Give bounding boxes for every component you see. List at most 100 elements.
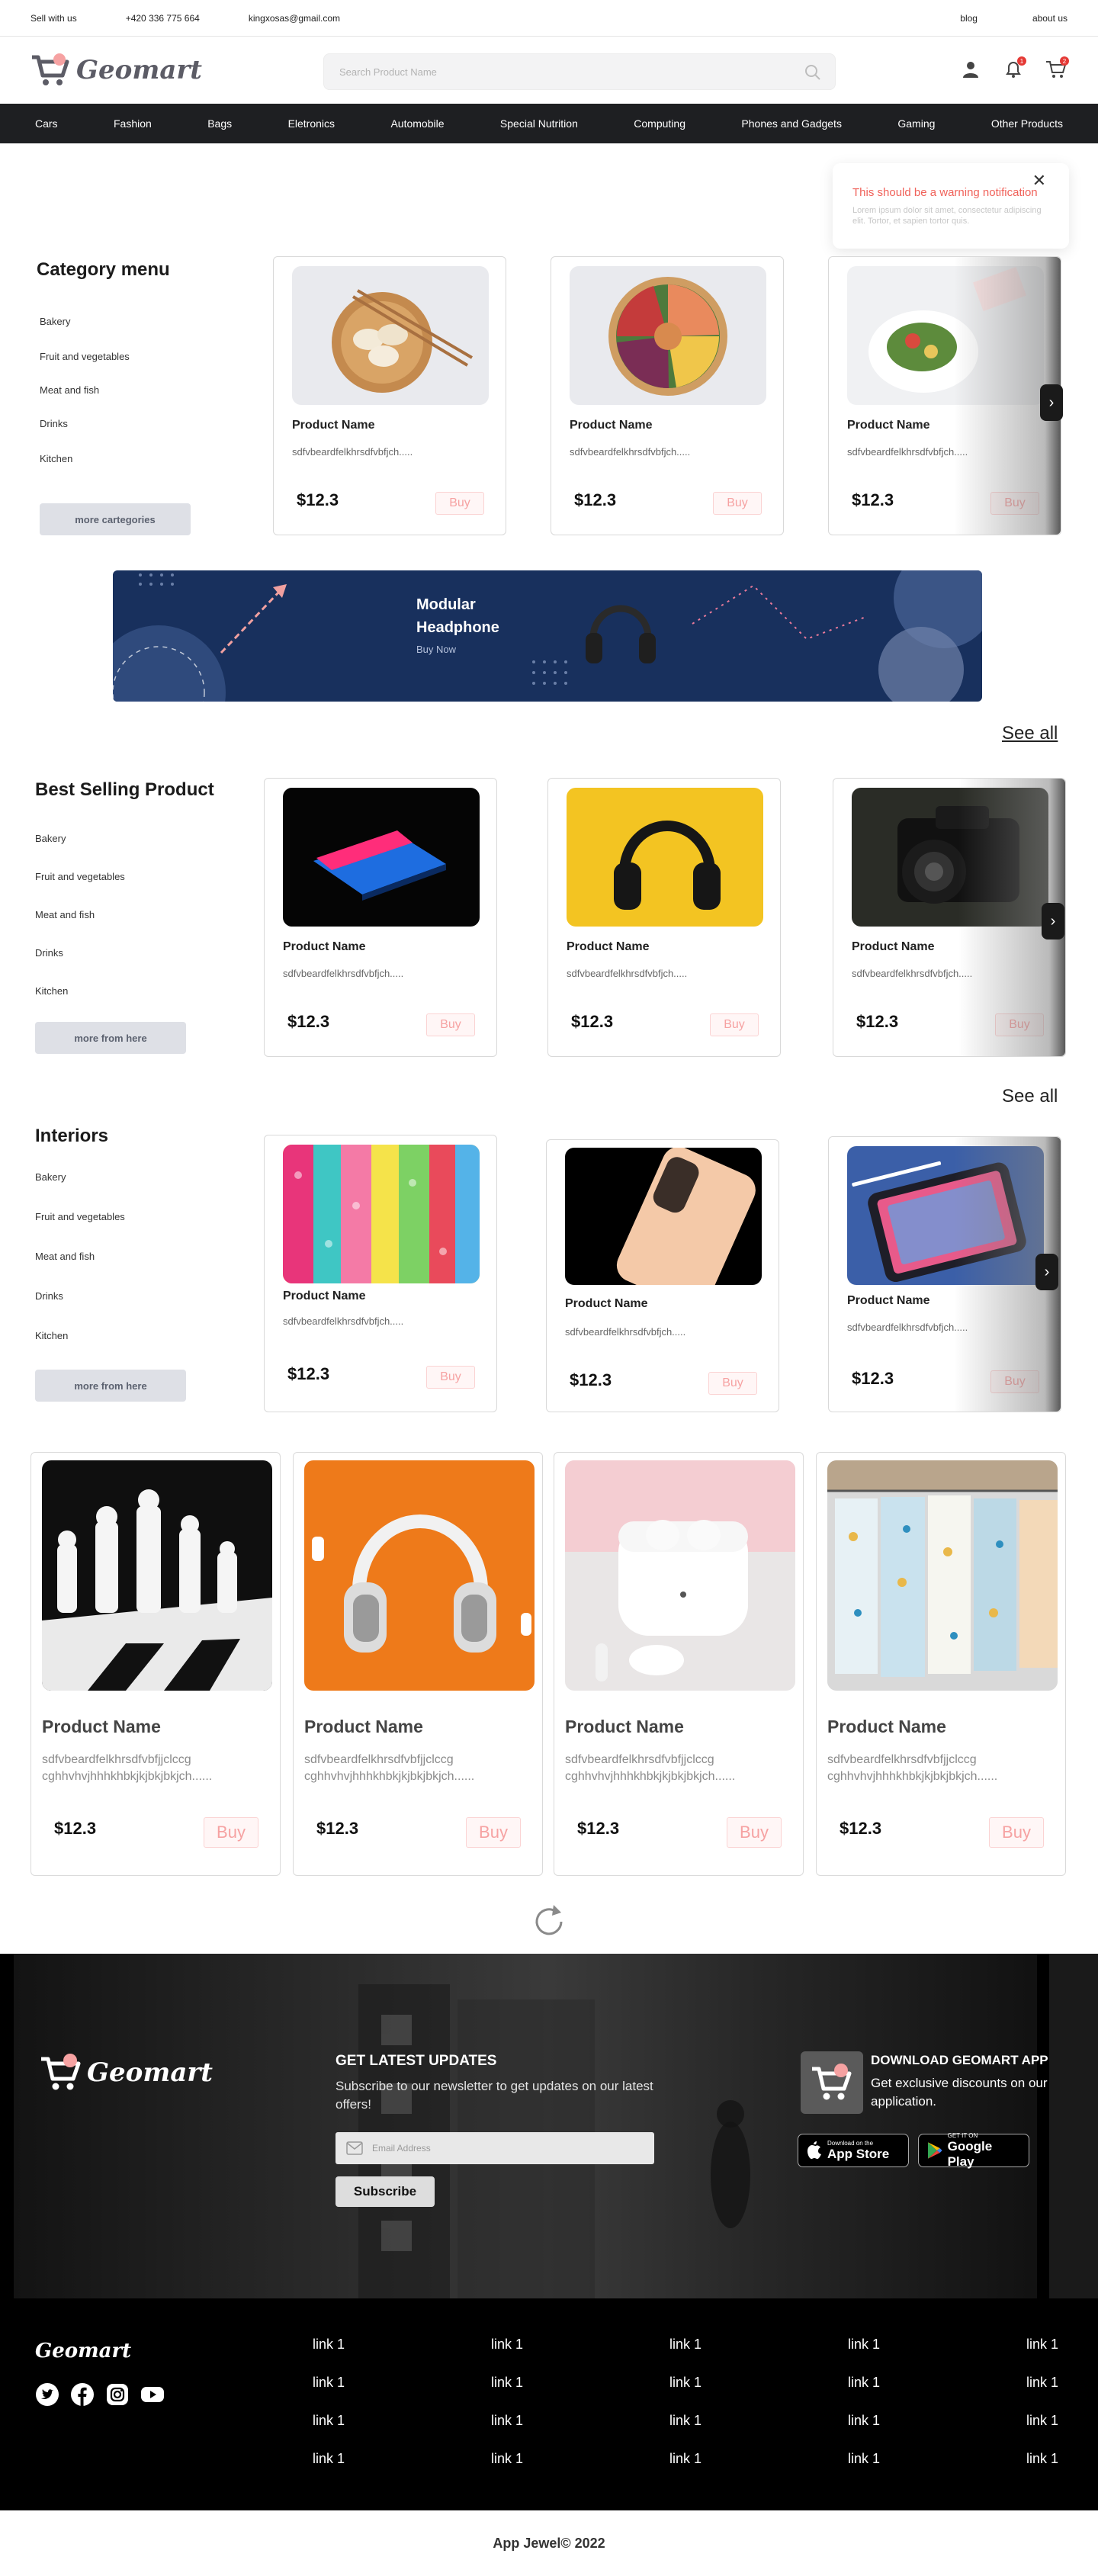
category-item[interactable]: Bakery xyxy=(40,316,70,327)
logo[interactable]: Geomart xyxy=(30,53,202,88)
footer-link[interactable]: link 1 xyxy=(669,2413,702,2429)
buy-button[interactable]: Buy xyxy=(713,492,762,515)
blog-link[interactable]: blog xyxy=(960,13,978,24)
featured-product-card[interactable]: Product Name sdfvbeardfelkhrsdfvbfjjclcc… xyxy=(293,1452,543,1876)
account-button[interactable] xyxy=(959,58,982,81)
instagram-icon[interactable] xyxy=(105,2382,130,2407)
product-card[interactable]: Product Name sdfvbeardfelkhrsdfvbfjch...… xyxy=(551,256,784,535)
buy-button[interactable]: Buy xyxy=(708,1372,757,1395)
nav-item[interactable]: Eletronics xyxy=(288,117,335,130)
see-all-link[interactable]: See all xyxy=(1002,723,1058,744)
category-item[interactable]: Kitchen xyxy=(35,1330,68,1341)
nav-item[interactable]: Special Nutrition xyxy=(500,117,578,130)
buy-button[interactable]: Buy xyxy=(727,1817,782,1848)
category-item[interactable]: Drinks xyxy=(40,418,68,429)
buy-button[interactable]: Buy xyxy=(995,1013,1044,1036)
buy-button[interactable]: Buy xyxy=(426,1366,475,1389)
twitter-icon[interactable] xyxy=(35,2382,59,2407)
footer-link[interactable]: link 1 xyxy=(491,2413,523,2429)
sell-with-us-link[interactable]: Sell with us xyxy=(30,13,77,24)
footer-link[interactable]: link 1 xyxy=(1026,2451,1058,2467)
category-item[interactable]: Meat and fish xyxy=(40,384,99,396)
footer-link[interactable]: link 1 xyxy=(669,2375,702,2391)
category-item[interactable]: Fruit and vegetables xyxy=(35,1211,125,1222)
product-card[interactable]: Product Name sdfvbeardfelkhrsdfvbfjch...… xyxy=(264,778,497,1057)
buy-button[interactable]: Buy xyxy=(990,492,1039,515)
reload-icon[interactable] xyxy=(531,1903,567,1940)
category-item[interactable]: Drinks xyxy=(35,1290,63,1302)
nav-item[interactable]: Bags xyxy=(207,117,232,130)
footer-link[interactable]: link 1 xyxy=(313,2413,345,2429)
buy-button[interactable]: Buy xyxy=(710,1013,759,1036)
nav-item[interactable]: Fashion xyxy=(114,117,152,130)
footer-link[interactable]: link 1 xyxy=(491,2375,523,2391)
nav-item[interactable]: Automobile xyxy=(390,117,444,130)
product-card[interactable]: Product Name sdfvbeardfelkhrsdfvbfjch...… xyxy=(273,256,506,535)
buy-button[interactable]: Buy xyxy=(989,1817,1044,1848)
carousel-next-button[interactable]: › xyxy=(1042,903,1064,940)
footer-link[interactable]: link 1 xyxy=(491,2337,523,2353)
buy-button[interactable]: Buy xyxy=(990,1370,1039,1393)
nav-item[interactable]: Cars xyxy=(35,117,58,130)
product-card[interactable]: Product Name sdfvbeardfelkhrsdfvbfjch...… xyxy=(828,256,1061,535)
category-item[interactable]: Kitchen xyxy=(40,453,72,464)
banner-cta[interactable]: Buy Now xyxy=(416,644,456,655)
nav-item[interactable]: Other Products xyxy=(991,117,1063,130)
more-from-here-button[interactable]: more from here xyxy=(35,1022,186,1054)
carousel-next-button[interactable]: › xyxy=(1040,384,1063,421)
cart-button[interactable]: 2 xyxy=(1045,56,1069,81)
footer-link[interactable]: link 1 xyxy=(1026,2337,1058,2353)
about-link[interactable]: about us xyxy=(1032,13,1068,24)
close-icon[interactable]: ✕ xyxy=(1032,171,1046,191)
category-item[interactable]: Fruit and vegetables xyxy=(35,871,125,882)
category-item[interactable]: Fruit and vegetables xyxy=(40,351,130,362)
google-play-button[interactable]: GET IT ON Google Play xyxy=(918,2132,1029,2169)
nav-item[interactable]: Gaming xyxy=(897,117,935,130)
featured-product-card[interactable]: Product Name sdfvbeardfelkhrsdfvbfjjclcc… xyxy=(816,1452,1066,1876)
footer-link[interactable]: link 1 xyxy=(669,2337,702,2353)
email-field[interactable]: Email Address xyxy=(336,2132,654,2164)
subscribe-button[interactable]: Subscribe xyxy=(336,2176,435,2207)
promo-banner[interactable]: Modular Headphone Buy Now xyxy=(113,570,982,702)
nav-item[interactable]: Computing xyxy=(634,117,685,130)
more-categories-button[interactable]: more cartegories xyxy=(40,503,191,535)
facebook-icon[interactable] xyxy=(70,2382,95,2407)
buy-button[interactable]: Buy xyxy=(426,1013,475,1036)
footer-link[interactable]: link 1 xyxy=(848,2451,880,2467)
category-item[interactable]: Kitchen xyxy=(35,985,68,997)
footer-logo[interactable]: Geomart xyxy=(40,2053,213,2093)
footer-link[interactable]: link 1 xyxy=(1026,2375,1058,2391)
product-card[interactable]: Product Name sdfvbeardfelkhrsdfvbfjch...… xyxy=(828,1136,1061,1412)
notifications-button[interactable]: 1 xyxy=(1002,56,1026,81)
footer-link[interactable]: link 1 xyxy=(313,2337,345,2353)
featured-product-card[interactable]: Product Name sdfvbeardfelkhrsdfvbfjjclcc… xyxy=(554,1452,804,1876)
category-item[interactable]: Meat and fish xyxy=(35,909,95,920)
buy-button[interactable]: Buy xyxy=(466,1817,521,1848)
buy-button[interactable]: Buy xyxy=(204,1817,258,1848)
footer-link[interactable]: link 1 xyxy=(848,2375,880,2391)
footer-link[interactable]: link 1 xyxy=(491,2451,523,2467)
footer-link[interactable]: link 1 xyxy=(669,2451,702,2467)
app-store-button[interactable]: Download on the App Store xyxy=(798,2134,909,2167)
more-from-here-button[interactable]: more from here xyxy=(35,1370,186,1402)
youtube-icon[interactable] xyxy=(140,2382,165,2407)
see-all-link[interactable]: See all xyxy=(1002,1086,1058,1107)
footer-link[interactable]: link 1 xyxy=(313,2451,345,2467)
search-input[interactable]: Search Product Name xyxy=(323,53,836,90)
category-item[interactable]: Drinks xyxy=(35,947,63,959)
footer-link[interactable]: link 1 xyxy=(848,2337,880,2353)
product-card[interactable]: Product Name sdfvbeardfelkhrsdfvbfjch...… xyxy=(547,778,781,1057)
product-card[interactable]: Product Name sdfvbeardfelkhrsdfvbfjch...… xyxy=(546,1139,779,1412)
category-item[interactable]: Bakery xyxy=(35,1171,66,1183)
featured-product-card[interactable]: Product Name sdfvbeardfelkhrsdfvbfjjclcc… xyxy=(30,1452,281,1876)
product-card[interactable]: Product Name sdfvbeardfelkhrsdfvbfjch...… xyxy=(264,1135,497,1412)
footer-link[interactable]: link 1 xyxy=(313,2375,345,2391)
carousel-next-button[interactable]: › xyxy=(1035,1254,1058,1290)
buy-button[interactable]: Buy xyxy=(435,492,484,515)
product-card[interactable]: Product Name sdfvbeardfelkhrsdfvbfjch...… xyxy=(833,778,1066,1057)
nav-item[interactable]: Phones and Gadgets xyxy=(741,117,842,130)
category-item[interactable]: Bakery xyxy=(35,833,66,844)
category-item[interactable]: Meat and fish xyxy=(35,1251,95,1262)
search-icon[interactable] xyxy=(804,64,821,81)
footer-link[interactable]: link 1 xyxy=(848,2413,880,2429)
